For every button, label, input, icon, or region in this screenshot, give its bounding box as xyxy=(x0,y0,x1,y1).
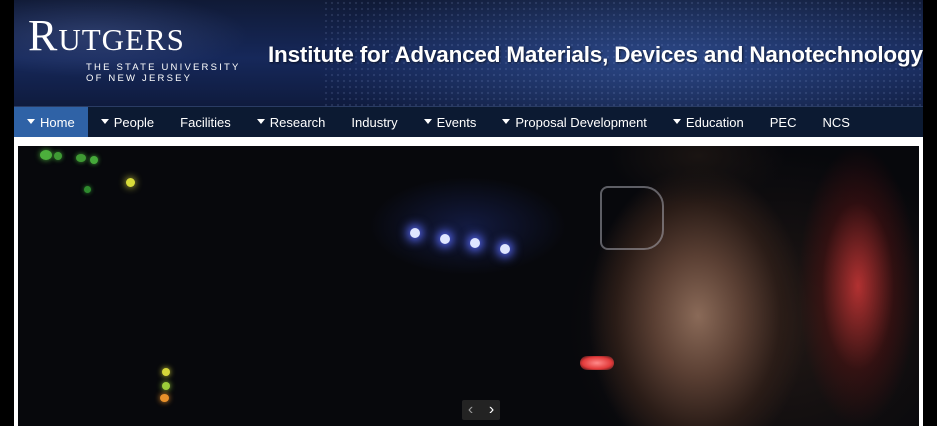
chevron-left-icon[interactable]: ‹ xyxy=(462,400,479,420)
nav-item-events[interactable]: Events xyxy=(411,107,490,137)
nav-item-label: PEC xyxy=(769,114,797,130)
nav-item-label: Home xyxy=(40,114,75,130)
nav-item-ncs[interactable]: NCS xyxy=(809,107,862,137)
nav-item-research[interactable]: Research xyxy=(244,107,339,137)
chevron-right-icon[interactable]: › xyxy=(483,400,500,420)
decorative-led xyxy=(410,228,420,238)
decorative-led xyxy=(500,244,510,254)
decorative-led xyxy=(126,178,135,187)
caret-down-icon xyxy=(27,118,35,124)
decorative-red-light xyxy=(580,356,614,370)
site-header: Rutgers THE STATE UNIVERSITY OF NEW JERS… xyxy=(14,0,923,106)
nav-item-education[interactable]: Education xyxy=(660,107,757,137)
nav-item-label: Research xyxy=(269,114,326,130)
logo-wordmark: Rutgers xyxy=(28,11,185,60)
decorative-led xyxy=(440,234,450,244)
site-title[interactable]: Institute for Advanced Materials, Device… xyxy=(268,42,923,68)
caret-down-icon xyxy=(423,118,432,124)
nav-item-pec[interactable]: PEC xyxy=(757,107,810,137)
decorative-led xyxy=(162,382,170,390)
decorative-led xyxy=(40,150,52,160)
red-glow-image xyxy=(798,146,919,426)
caret-down-icon xyxy=(502,118,511,124)
decorative-led xyxy=(90,156,98,164)
decorative-led xyxy=(76,154,86,162)
glasses-image xyxy=(600,186,664,250)
nav-item-label: People xyxy=(113,114,155,130)
main-nav: Home People Facilities Research Industry… xyxy=(14,106,923,137)
nav-item-label: Facilities xyxy=(180,114,231,130)
decorative-led xyxy=(84,186,91,193)
logo-subtitle-line2: OF NEW JERSEY xyxy=(86,73,193,84)
caret-down-icon xyxy=(100,118,109,124)
nav-item-label: NCS xyxy=(822,114,850,130)
decorative-led xyxy=(470,238,480,248)
nav-item-label: Industry xyxy=(351,114,398,130)
page-container: Rutgers THE STATE UNIVERSITY OF NEW JERS… xyxy=(14,0,923,426)
nav-item-industry[interactable]: Industry xyxy=(338,107,410,137)
slider-controls: ‹ › xyxy=(462,400,500,420)
nav-item-label: Proposal Development xyxy=(515,114,647,130)
caret-down-icon xyxy=(256,118,265,124)
nav-item-facilities[interactable]: Facilities xyxy=(167,107,244,137)
decorative-led xyxy=(162,368,170,376)
decorative-led xyxy=(54,152,62,160)
rutgers-logo[interactable]: Rutgers THE STATE UNIVERSITY OF NEW JERS… xyxy=(28,11,241,85)
nav-item-proposal-development[interactable]: Proposal Development xyxy=(489,107,660,137)
logo-subtitle-line1: THE STATE UNIVERSITY xyxy=(86,62,241,73)
nav-item-label: Education xyxy=(685,114,744,130)
decorative-led xyxy=(160,394,169,402)
hero-slider[interactable] xyxy=(18,146,919,426)
nav-item-people[interactable]: People xyxy=(88,107,167,137)
nav-item-label: Events xyxy=(436,114,477,130)
caret-down-icon xyxy=(672,118,681,124)
nav-item-home[interactable]: Home xyxy=(14,107,88,137)
